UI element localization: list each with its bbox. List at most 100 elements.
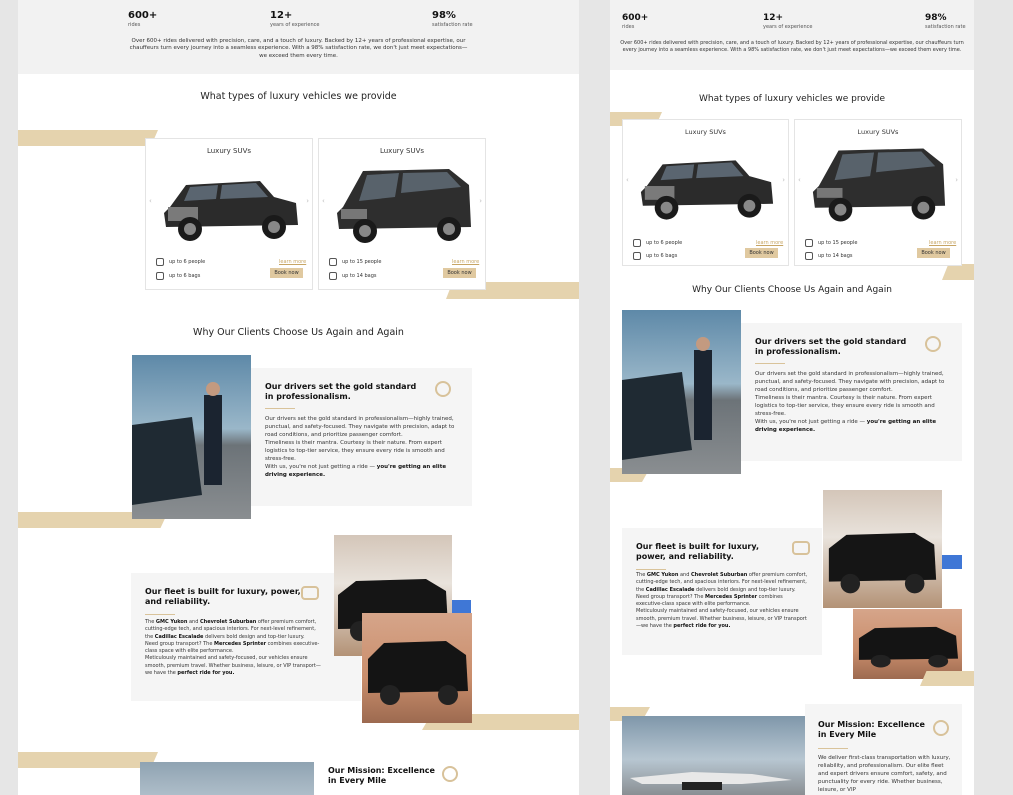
learn-more-link[interactable]: learn more <box>756 240 783 246</box>
fleet-bold: GMC Yukon <box>155 619 188 625</box>
fleet-bold: Mercedes Sprinter <box>705 593 758 600</box>
vehicle-card-title: Luxury SUVs <box>206 147 252 155</box>
chevron-right-icon[interactable]: › <box>955 176 958 184</box>
bags-label: up to 6 bags <box>646 253 678 259</box>
chevron-right-icon[interactable]: › <box>479 197 482 205</box>
fleet-bold: Cadillac Escalade <box>645 586 695 593</box>
van-image <box>337 169 471 243</box>
tablet-preview: 600+ rides 12+ years of experience 98% s… <box>610 0 974 795</box>
fleet-title: Our fleet is built for luxury, power, an… <box>636 542 759 561</box>
fleet-body: The GMC Yukon and Chevrolet Suburban off… <box>145 619 325 677</box>
vehicle-card-title: Luxury SUVs <box>379 147 425 155</box>
steering-wheel-icon <box>435 381 451 397</box>
luggage-icon <box>156 272 164 280</box>
drivers-body-1: Our drivers set the gold standard in pro… <box>755 371 945 393</box>
car-icon <box>792 541 810 555</box>
why-heading: Why Our Clients Choose Us Again and Agai… <box>692 285 892 295</box>
yukon-photo <box>362 613 472 723</box>
stat-satisfaction-label: satisfaction rate <box>432 22 473 28</box>
book-now-button[interactable]: Book now <box>270 268 303 278</box>
gold-accent-strip <box>920 671 974 686</box>
chevron-left-icon[interactable]: ‹ <box>149 197 152 205</box>
vehicle-card-title: Luxury SUVs <box>857 128 899 136</box>
chevron-right-icon[interactable]: › <box>782 176 785 184</box>
book-now-button[interactable]: Book now <box>443 268 476 278</box>
vehicles-heading: What types of luxury vehicles we provide <box>200 91 397 102</box>
fleet-bold: perfect ride for you. <box>673 622 731 629</box>
chauffeur-photo <box>132 355 251 519</box>
vehicle-card-van[interactable]: Luxury SUVs ‹ › up to 15 people up to 14… <box>794 119 962 266</box>
title-underline <box>265 408 295 409</box>
steering-wheel-icon <box>925 336 941 352</box>
gold-accent-strip <box>18 130 158 146</box>
chevron-left-icon[interactable]: ‹ <box>798 176 801 184</box>
fleet-body: The GMC Yukon and Chevrolet Suburban off… <box>636 572 808 630</box>
stats-description: Over 600+ rides delivered with precision… <box>129 38 468 59</box>
fleet-title: Our fleet is built for luxury, power, an… <box>145 587 301 606</box>
fleet-feature-card: Our fleet is built for luxury, power, an… <box>622 528 822 655</box>
stats-band: 600+ rides 12+ years of experience 98% s… <box>18 0 579 74</box>
luggage-icon <box>329 272 337 280</box>
chevron-left-icon[interactable]: ‹ <box>626 176 629 184</box>
gold-accent-strip <box>942 264 974 280</box>
people-label: up to 15 people <box>818 240 858 246</box>
jet-photo <box>622 716 805 795</box>
luggage-icon <box>633 252 641 260</box>
title-underline <box>755 363 785 364</box>
learn-more-link[interactable]: learn more <box>929 240 956 246</box>
fleet-text: Need group transport? The <box>636 593 706 600</box>
fleet-bold: Cadillac Escalade <box>154 633 204 640</box>
capacity-people: up to 15 people <box>329 258 381 266</box>
gold-accent-strip <box>18 752 158 768</box>
chevron-left-icon[interactable]: ‹ <box>322 197 325 205</box>
mission-title: Our Mission: Excellence in Every Mile <box>328 766 435 785</box>
book-now-button[interactable]: Book now <box>917 248 950 258</box>
suv-image <box>640 160 774 220</box>
fleet-text: The <box>145 619 156 625</box>
blue-accent <box>452 600 471 614</box>
book-now-button[interactable]: Book now <box>745 248 778 258</box>
chevron-right-icon[interactable]: › <box>306 197 309 205</box>
bags-label: up to 14 bags <box>342 273 377 279</box>
vehicle-card-suv[interactable]: Luxury SUVs ‹ › up to 6 people up to 6 b… <box>622 119 789 266</box>
drivers-body-2: Timeliness is their mantra. Courtesy is … <box>265 439 445 462</box>
drivers-body-3: With us, you're not just getting a ride … <box>265 463 377 470</box>
vehicle-card-suv[interactable]: Luxury SUVs ‹ › up to 6 people up to 6 b… <box>145 138 313 290</box>
chauffeur-photo <box>622 310 741 474</box>
drivers-body-3: With us, you're not just getting a ride … <box>755 418 867 425</box>
mission-feature-card: Our Mission: Excellence in Every Mile We… <box>805 704 962 795</box>
luggage-icon <box>805 252 813 260</box>
stat-satisfaction-value: 98% <box>925 13 947 23</box>
why-heading: Why Our Clients Choose Us Again and Agai… <box>193 327 404 338</box>
person-icon <box>156 258 164 266</box>
vehicle-card-van[interactable]: Luxury SUVs ‹ › up to 15 people up to 14… <box>318 138 486 290</box>
stat-years-value: 12+ <box>270 10 293 21</box>
fleet-bold: Chevrolet Suburban <box>199 619 257 625</box>
drivers-body: Our drivers set the gold standard in pro… <box>755 371 945 435</box>
blue-accent <box>942 555 962 569</box>
people-label: up to 6 people <box>169 259 206 265</box>
person-icon <box>805 239 813 247</box>
learn-more-link[interactable]: learn more <box>452 259 479 265</box>
stat-years-label: years of experience <box>763 24 813 30</box>
capacity-people: up to 6 people <box>633 239 682 247</box>
learn-more-link[interactable]: learn more <box>279 259 306 265</box>
stats-description: Over 600+ rides delivered with precision… <box>620 40 964 53</box>
bags-label: up to 14 bags <box>818 253 853 259</box>
van-image <box>812 148 946 222</box>
capacity-bags: up to 14 bags <box>329 272 377 280</box>
stat-satisfaction-label: satisfaction rate <box>925 24 966 30</box>
mission-body: We deliver first-class transportation wi… <box>818 755 951 793</box>
person-icon <box>633 239 641 247</box>
stat-rides-label: rides <box>622 24 635 30</box>
people-label: up to 6 people <box>646 240 683 246</box>
mission-title: Our Mission: Excellence in Every Mile <box>818 720 925 739</box>
fleet-text: and <box>187 619 200 625</box>
fleet-bold: Mercedes Sprinter <box>214 640 267 647</box>
bags-label: up to 6 bags <box>169 273 201 279</box>
target-icon <box>933 720 949 736</box>
fleet-bold: GMC Yukon <box>646 572 679 578</box>
capacity-bags: up to 14 bags <box>805 252 853 260</box>
drivers-title: Our drivers set the gold standard in pro… <box>755 337 907 356</box>
capacity-bags: up to 6 bags <box>156 272 200 280</box>
